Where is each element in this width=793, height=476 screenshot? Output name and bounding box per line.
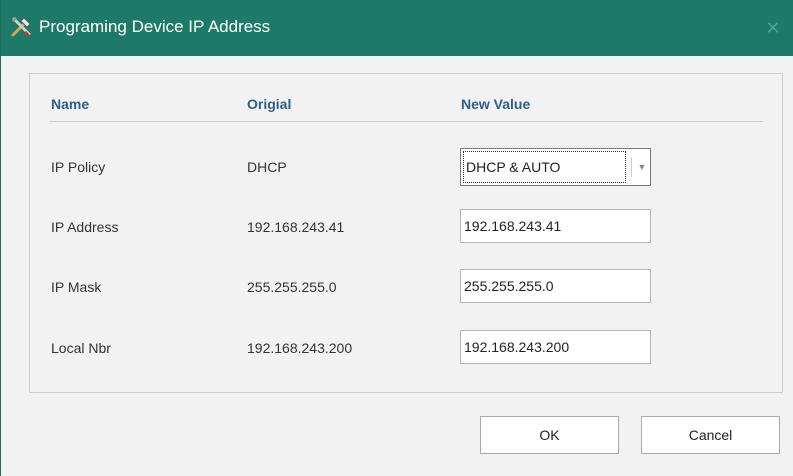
ip-policy-select[interactable]: DHCP & AUTO ▼ [460, 148, 651, 186]
row-label-local-nbr: Local Nbr [51, 340, 111, 356]
title-bar[interactable]: Programing Device IP Address ✕ [1, 0, 793, 56]
column-header-name: Name [51, 96, 90, 112]
column-header-original: Origial [247, 96, 292, 112]
original-ip-mask: 255.255.255.0 [247, 279, 337, 295]
row-label-ip-mask: IP Mask [51, 279, 102, 295]
cancel-button[interactable]: Cancel [641, 416, 780, 454]
chevron-down-icon[interactable]: ▼ [636, 159, 648, 175]
ok-button[interactable]: OK [480, 416, 619, 454]
ip-policy-selected-value[interactable]: DHCP & AUTO [463, 151, 626, 183]
ip-mask-input[interactable] [460, 269, 651, 303]
close-button[interactable]: ✕ [763, 18, 783, 38]
original-ip-policy: DHCP [247, 159, 287, 175]
ip-address-input[interactable] [460, 209, 651, 243]
header-divider [49, 121, 763, 122]
row-label-ip-policy: IP Policy [51, 159, 106, 175]
local-nbr-input[interactable] [460, 330, 651, 364]
original-local-nbr: 192.168.243.200 [247, 340, 353, 356]
column-header-new-value: New Value [461, 96, 531, 112]
window-title: Programing Device IP Address [39, 17, 271, 36]
tools-icon [11, 17, 31, 37]
original-ip-address: 192.168.243.41 [247, 219, 345, 235]
select-divider [631, 157, 632, 177]
row-label-ip-address: IP Address [51, 219, 119, 235]
dialog-window: Programing Device IP Address ✕ Name Orig… [0, 0, 793, 476]
